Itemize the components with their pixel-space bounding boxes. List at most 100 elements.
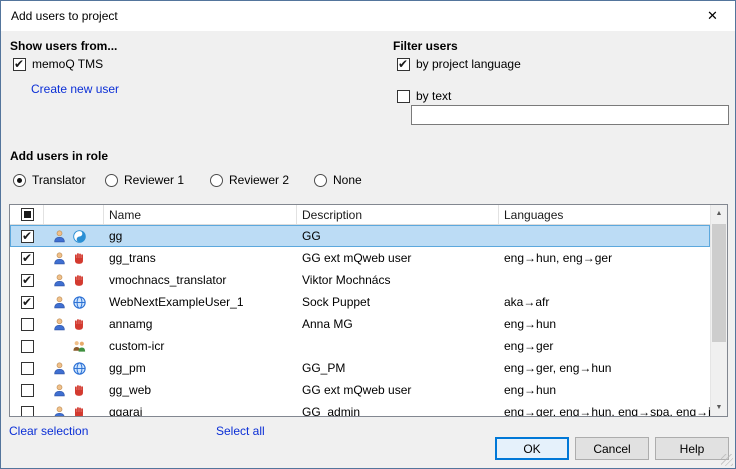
- row-checkbox[interactable]: [21, 252, 34, 265]
- table-row[interactable]: WebNextExampleUser_1Sock Puppetaka→afr: [10, 291, 710, 313]
- table-row[interactable]: vmochnacs_translatorViktor Mochnács: [10, 269, 710, 291]
- group-icon: [71, 338, 87, 354]
- reviewer2-radio[interactable]: [210, 174, 223, 187]
- globe-icon: [71, 294, 87, 310]
- reviewer2-radio-label: Reviewer 2: [229, 173, 289, 187]
- scroll-up-icon[interactable]: ▲: [711, 205, 727, 222]
- user-name: gg_trans: [104, 247, 297, 269]
- by-project-language-checkbox[interactable]: [397, 58, 410, 71]
- reviewer1-radio-label: Reviewer 1: [124, 173, 184, 187]
- table-row[interactable]: ggGG: [10, 225, 710, 247]
- scrollbar-thumb[interactable]: [712, 224, 726, 342]
- user-languages: [499, 225, 710, 247]
- user-name: gg_pm: [104, 357, 297, 379]
- user-name: custom-icr: [104, 335, 297, 357]
- hand-icon: [71, 272, 87, 288]
- vertical-scrollbar[interactable]: ▲ ▼: [710, 205, 727, 416]
- row-checkbox[interactable]: [21, 406, 34, 417]
- row-checkbox[interactable]: [21, 318, 34, 331]
- show-users-from-label: Show users from...: [10, 39, 117, 53]
- help-button[interactable]: Help: [655, 437, 729, 460]
- row-checkbox[interactable]: [21, 274, 34, 287]
- user-description: GG_PM: [297, 357, 499, 379]
- user-languages: eng→ger, eng→hun, eng→spa, eng→jpn: [499, 401, 710, 416]
- person-icon: [51, 250, 67, 266]
- table-row[interactable]: gg_pmGG_PMeng→ger, eng→hun: [10, 357, 710, 379]
- translator-radio[interactable]: [13, 174, 26, 187]
- clear-selection-link[interactable]: Clear selection: [9, 424, 88, 438]
- hand-icon: [71, 316, 87, 332]
- scroll-down-icon[interactable]: ▼: [711, 399, 727, 416]
- user-languages: eng→hun: [499, 313, 710, 335]
- close-icon[interactable]: ✕: [690, 1, 735, 31]
- user-name: ggarai: [104, 401, 297, 416]
- resize-grip[interactable]: [721, 454, 733, 466]
- translator-radio-label: Translator: [32, 173, 86, 187]
- ok-button[interactable]: OK: [495, 437, 569, 460]
- row-checkbox[interactable]: [21, 230, 34, 243]
- globe-icon: [71, 360, 87, 376]
- add-users-in-role-label: Add users in role: [10, 149, 108, 163]
- role-radio-translator[interactable]: Translator: [13, 173, 86, 187]
- memoq-tms-checkbox-row[interactable]: memoQ TMS: [13, 57, 103, 71]
- title-bar: Add users to project ✕: [1, 1, 735, 31]
- user-languages: eng→hun: [499, 379, 710, 401]
- languages-column-header[interactable]: Languages: [499, 205, 710, 224]
- user-name: vmochnacs_translator: [104, 269, 297, 291]
- person-icon: [51, 360, 67, 376]
- text-filter-input[interactable]: [411, 105, 729, 125]
- user-description: GG ext mQweb user: [297, 379, 499, 401]
- user-languages: eng→ger: [499, 335, 710, 357]
- name-column-header[interactable]: Name: [104, 205, 297, 224]
- user-name: gg: [104, 225, 297, 247]
- user-name: gg_web: [104, 379, 297, 401]
- select-all-header-cell[interactable]: [10, 205, 44, 224]
- row-checkbox[interactable]: [21, 384, 34, 397]
- table-row[interactable]: ggaraiGG_admineng→ger, eng→hun, eng→spa,…: [10, 401, 710, 416]
- by-text-label: by text: [416, 89, 451, 103]
- hand-icon: [71, 404, 87, 416]
- row-checkbox[interactable]: [21, 340, 34, 353]
- user-description: Sock Puppet: [297, 291, 499, 313]
- role-radio-none[interactable]: None: [314, 173, 362, 187]
- reviewer1-radio[interactable]: [105, 174, 118, 187]
- user-name: WebNextExampleUser_1: [104, 291, 297, 313]
- row-checkbox[interactable]: [21, 362, 34, 375]
- person-icon: [51, 382, 67, 398]
- user-name: annamg: [104, 313, 297, 335]
- description-column-header[interactable]: Description: [297, 205, 499, 224]
- by-text-checkbox-row[interactable]: by text: [397, 89, 451, 103]
- none-radio[interactable]: [314, 174, 327, 187]
- row-checkbox[interactable]: [21, 296, 34, 309]
- table-row[interactable]: gg_transGG ext mQweb usereng→hun, eng→ge…: [10, 247, 710, 269]
- none-radio-label: None: [333, 173, 362, 187]
- table-row[interactable]: custom-icr eng→ger: [10, 335, 710, 357]
- hand-icon: [71, 382, 87, 398]
- role-radio-reviewer1[interactable]: Reviewer 1: [105, 173, 184, 187]
- user-table-header: Name Description Languages: [10, 205, 710, 225]
- dialog-title: Add users to project: [1, 9, 118, 23]
- hand-icon: [71, 250, 87, 266]
- memoq-tms-checkbox[interactable]: [13, 58, 26, 71]
- person-icon: [51, 272, 67, 288]
- memoq-tms-label: memoQ TMS: [32, 57, 103, 71]
- cancel-button[interactable]: Cancel: [575, 437, 649, 460]
- user-languages: eng→ger, eng→hun: [499, 357, 710, 379]
- by-text-checkbox[interactable]: [397, 90, 410, 103]
- create-new-user-link[interactable]: Create new user: [31, 82, 119, 96]
- user-description: [297, 335, 499, 357]
- user-description: GG ext mQweb user: [297, 247, 499, 269]
- empty-icon-slot: [51, 338, 67, 354]
- table-row[interactable]: gg_webGG ext mQweb usereng→hun: [10, 379, 710, 401]
- person-icon: [51, 316, 67, 332]
- filter-users-label: Filter users: [393, 39, 458, 53]
- by-project-language-label: by project language: [416, 57, 521, 71]
- select-all-checkbox[interactable]: [21, 208, 34, 221]
- role-radio-reviewer2[interactable]: Reviewer 2: [210, 173, 289, 187]
- user-description: Anna MG: [297, 313, 499, 335]
- user-description: Viktor Mochnács: [297, 269, 499, 291]
- user-table: Name Description Languages ggGGgg_transG…: [9, 204, 728, 417]
- select-all-link[interactable]: Select all: [216, 424, 265, 438]
- by-project-language-checkbox-row[interactable]: by project language: [397, 57, 521, 71]
- table-row[interactable]: annamgAnna MGeng→hun: [10, 313, 710, 335]
